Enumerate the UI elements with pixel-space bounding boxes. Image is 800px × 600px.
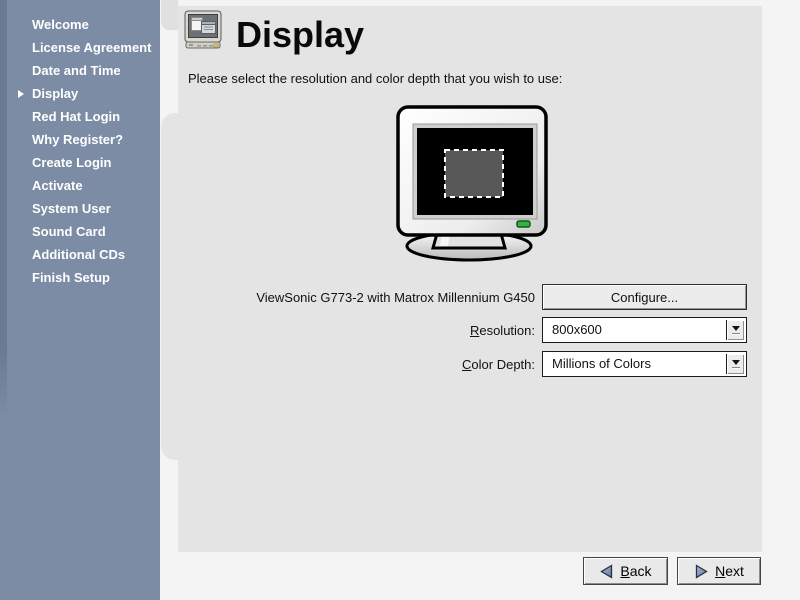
panel-top-notch [161, 0, 178, 30]
next-button[interactable]: Next [677, 557, 761, 585]
active-step-right-triangle-icon [18, 90, 24, 98]
sidebar-item-label: Activate [32, 178, 83, 193]
sidebar-item-label: Sound Card [32, 224, 106, 239]
back-button[interactable]: Back [583, 557, 668, 585]
sidebar-item-system-user[interactable]: System User [0, 197, 160, 220]
sidebar-item-label: Why Register? [32, 132, 123, 147]
back-button-label: Back [620, 563, 651, 579]
sidebar-item-label: Display [32, 86, 78, 101]
configure-button-label: Configure... [611, 290, 678, 305]
sidebar-item-label: Date and Time [32, 63, 121, 78]
dropdown-arrow-icon[interactable] [726, 354, 744, 374]
color-depth-value: Millions of Colors [552, 352, 651, 376]
sidebar-item-label: Welcome [32, 17, 89, 32]
crt-monitor-windows-icon [184, 10, 222, 57]
sidebar-item-why-register[interactable]: Why Register? [0, 128, 160, 151]
arrow-right-icon [694, 564, 709, 579]
sidebar-item-date-and-time[interactable]: Date and Time [0, 59, 160, 82]
instruction-text: Please select the resolution and color d… [188, 71, 562, 86]
sidebar-item-welcome[interactable]: Welcome [0, 13, 160, 36]
resolution-label: Resolution: [188, 323, 535, 338]
next-button-label: Next [715, 563, 744, 579]
sidebar-nav: Welcome License Agreement Date and Time … [0, 13, 160, 289]
page-title: Display [236, 14, 364, 56]
sidebar-item-red-hat-login[interactable]: Red Hat Login [0, 105, 160, 128]
sidebar-item-label: Additional CDs [32, 247, 125, 262]
configure-button[interactable]: Configure... [542, 284, 747, 310]
sidebar-item-label: Red Hat Login [32, 109, 120, 124]
sidebar-item-additional-cds[interactable]: Additional CDs [0, 243, 160, 266]
monitor-illustration [378, 98, 582, 275]
sidebar-item-label: System User [32, 201, 111, 216]
content-panel [178, 6, 762, 552]
sidebar: Welcome License Agreement Date and Time … [0, 0, 160, 600]
selection-rectangle [445, 150, 503, 197]
sidebar-item-create-login[interactable]: Create Login [0, 151, 160, 174]
color-depth-label: Color Depth: [188, 357, 535, 372]
sidebar-item-activate[interactable]: Activate [0, 174, 160, 197]
resolution-dropdown[interactable]: 800x600 [542, 317, 747, 343]
color-depth-dropdown[interactable]: Millions of Colors [542, 351, 747, 377]
sidebar-item-sound-card[interactable]: Sound Card [0, 220, 160, 243]
sidebar-item-label: Create Login [32, 155, 111, 170]
power-led-icon [517, 221, 530, 227]
arrow-left-icon [599, 564, 614, 579]
sidebar-item-label: License Agreement [32, 40, 151, 55]
firstboot-window: Welcome License Agreement Date and Time … [0, 0, 800, 600]
device-label: ViewSonic G773-2 with Matrox Millennium … [188, 290, 535, 305]
sidebar-item-license-agreement[interactable]: License Agreement [0, 36, 160, 59]
sidebar-item-finish-setup[interactable]: Finish Setup [0, 266, 160, 289]
resolution-value: 800x600 [552, 318, 602, 342]
dropdown-arrow-icon[interactable] [726, 320, 744, 340]
sidebar-item-label: Finish Setup [32, 270, 110, 285]
sidebar-item-display[interactable]: Display [0, 82, 160, 105]
